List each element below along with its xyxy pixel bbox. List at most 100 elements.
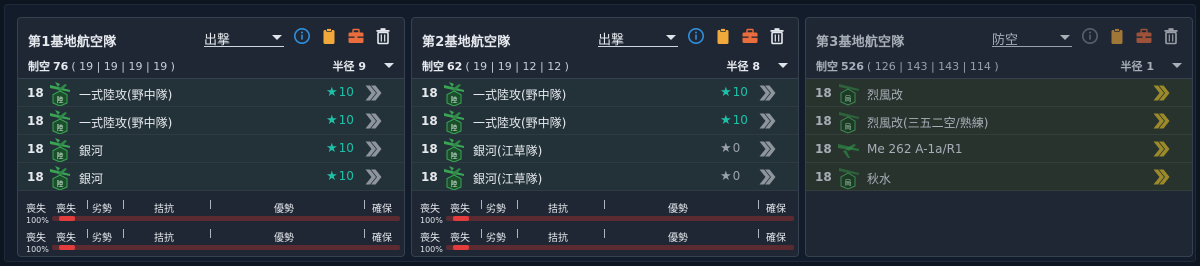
- equipment-slot[interactable]: 18 局 烈風改: [806, 79, 1192, 107]
- scale-tick: [87, 200, 88, 209]
- double-chevron-icon: [1153, 141, 1170, 157]
- scale-label: 喪失: [56, 204, 76, 215]
- mode-select[interactable]: 防空: [992, 28, 1072, 48]
- slot-count: 18: [27, 170, 44, 184]
- gauge-label: 喪失: [26, 233, 46, 244]
- double-chevron-icon: [759, 113, 776, 129]
- bomber-plane-icon: 陸: [50, 138, 70, 162]
- scale-tick: [604, 229, 605, 238]
- equipment-name: 一式陸攻(野中隊): [473, 116, 567, 130]
- scale-label: 劣勢: [486, 204, 506, 215]
- radius-label: 半径: [726, 60, 749, 73]
- star-icon: ★: [326, 169, 338, 184]
- scale-label: 優勢: [274, 204, 294, 215]
- proficiency: ★10: [326, 169, 354, 184]
- equipment-slot[interactable]: 18 陸 銀河 ★10: [18, 135, 404, 163]
- bomber-plane-icon: 陸: [444, 138, 464, 162]
- chevron-down-icon[interactable]: [1172, 63, 1182, 68]
- proficiency: ★10: [326, 113, 354, 128]
- gauge-percent: 100%: [420, 245, 443, 254]
- chevron-down-icon[interactable]: [384, 63, 394, 68]
- equipment-slot[interactable]: 18 局 秋水: [806, 163, 1192, 191]
- air-status-gauge: 喪失 100% 喪失 劣勢 拮抗 優勢 確保: [412, 197, 798, 227]
- slot-list: 18 陸 一式陸攻(野中隊) ★10 18 陸 一式陸攻(野中隊) ★10 18…: [412, 78, 798, 191]
- equipment-name: 烈風改(三五二空/熟練): [867, 116, 989, 130]
- svg-text:陸: 陸: [57, 151, 64, 160]
- slot-count: 18: [421, 170, 438, 184]
- star-icon: ★: [720, 85, 732, 100]
- scale-label: 喪失: [56, 233, 76, 244]
- gauge-label: 喪失: [26, 204, 46, 215]
- mode-value: 出撃: [598, 33, 625, 48]
- double-chevron-icon: [365, 141, 382, 157]
- scale-tick: [364, 229, 365, 238]
- clipboard-icon[interactable]: [320, 27, 338, 45]
- scale-label: 喪失: [450, 204, 470, 215]
- chevron-down-icon: [272, 35, 282, 40]
- proficiency: ★10: [720, 113, 748, 128]
- double-chevron-icon: [1153, 85, 1170, 101]
- equipment-slot[interactable]: 18 局 烈風改(三五二空/熟練): [806, 107, 1192, 135]
- bomber-plane-icon: 陸: [50, 82, 70, 106]
- proficiency-value: 10: [338, 141, 354, 155]
- equipment-name: 秋水: [867, 172, 892, 186]
- trash-icon[interactable]: [768, 27, 786, 45]
- slot-list: 18 局 烈風改 18 局 烈風改(三五二空/熟練) 18 Me 262 A-1…: [806, 78, 1192, 191]
- gauge-label: 喪失: [420, 204, 440, 215]
- svg-text:陸: 陸: [57, 123, 64, 132]
- equipment-name: 烈風改: [867, 88, 904, 102]
- info-icon[interactable]: [687, 27, 705, 45]
- equipment-slot[interactable]: 18 陸 一式陸攻(野中隊) ★10: [18, 107, 404, 135]
- radius-display[interactable]: 半径 1: [1121, 58, 1155, 74]
- clipboard-icon[interactable]: [1108, 27, 1126, 45]
- bomber-plane-icon: 陸: [444, 82, 464, 106]
- panel-title: 第3基地航空隊: [816, 35, 905, 50]
- trash-icon[interactable]: [1162, 27, 1180, 45]
- svg-text:局: 局: [845, 123, 852, 131]
- equipment-slot[interactable]: 18 Me 262 A-1a/R1: [806, 135, 1192, 163]
- radius-value: 1: [1146, 60, 1154, 73]
- proficiency-value: 0: [732, 169, 741, 183]
- double-chevron-icon: [365, 85, 382, 101]
- panel-header: 第2基地航空隊 出撃: [412, 18, 798, 58]
- air-power-label: 制空: [816, 60, 838, 73]
- toolbox-icon[interactable]: [1135, 27, 1153, 45]
- scale-tick: [123, 229, 124, 238]
- scale-label: 確保: [372, 204, 392, 215]
- clipboard-icon[interactable]: [714, 27, 732, 45]
- info-icon[interactable]: [1081, 27, 1099, 45]
- trash-icon[interactable]: [374, 27, 392, 45]
- proficiency-value: 10: [338, 85, 354, 99]
- scale-tick: [481, 229, 482, 238]
- chevron-down-icon[interactable]: [778, 63, 788, 68]
- air-power-value: 526: [841, 60, 864, 73]
- radius-display[interactable]: 半径 8: [727, 58, 761, 74]
- proficiency-value: 0: [732, 141, 741, 155]
- air-base-panel-3: 第3基地航空隊 防空 制空 526( 126 | 143 | 143 | 114 …: [805, 17, 1193, 257]
- equipment-slot[interactable]: 18 陸 銀河(江草隊) ★0: [412, 163, 798, 191]
- scale-label: 優勢: [274, 233, 294, 244]
- slot-count: 18: [27, 114, 44, 128]
- equipment-slot[interactable]: 18 陸 一式陸攻(野中隊) ★10: [18, 79, 404, 107]
- toolbox-icon[interactable]: [347, 27, 365, 45]
- scale-tick: [123, 200, 124, 209]
- equipment-slot[interactable]: 18 陸 銀河 ★10: [18, 163, 404, 191]
- gauge-percent: 100%: [26, 245, 49, 254]
- bomber-plane-icon: 陸: [444, 110, 464, 134]
- scale-tick: [210, 229, 211, 238]
- interceptor-plane-icon: 局: [839, 112, 859, 134]
- mode-select[interactable]: 出撃: [598, 28, 678, 48]
- equipment-slot[interactable]: 18 陸 一式陸攻(野中隊) ★10: [412, 79, 798, 107]
- toolbox-icon[interactable]: [741, 27, 759, 45]
- mode-select[interactable]: 出撃: [204, 28, 284, 48]
- info-icon[interactable]: [293, 27, 311, 45]
- double-chevron-icon: [365, 169, 382, 185]
- equipment-slot[interactable]: 18 陸 銀河(江草隊) ★0: [412, 135, 798, 163]
- radius-value: 9: [358, 60, 366, 73]
- slot-count: 18: [815, 114, 832, 128]
- radius-display[interactable]: 半径 9: [333, 58, 367, 74]
- proficiency: ★0: [720, 169, 740, 184]
- panel-title: 第2基地航空隊: [422, 35, 511, 50]
- scale-tick: [758, 229, 759, 238]
- equipment-slot[interactable]: 18 陸 一式陸攻(野中隊) ★10: [412, 107, 798, 135]
